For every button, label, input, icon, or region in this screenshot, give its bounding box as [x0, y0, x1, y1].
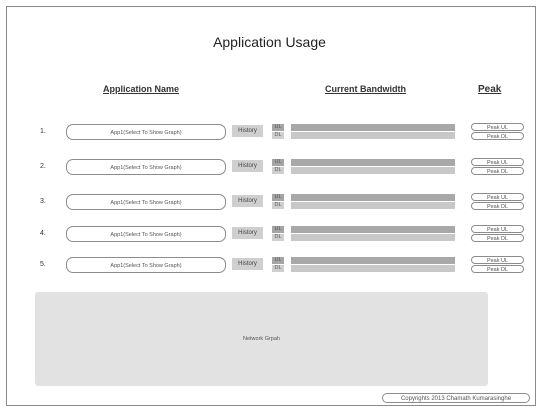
app-row: 4. App1(Select To Show Graph) History UL…	[0, 224, 539, 248]
upload-bandwidth-bar	[291, 124, 455, 131]
ul-label: UL	[272, 257, 284, 264]
app-select-button[interactable]: App1(Select To Show Graph)	[66, 159, 226, 175]
dl-label: DL	[272, 132, 284, 139]
download-bandwidth-bar	[291, 167, 455, 174]
upload-bandwidth-bar	[291, 194, 455, 201]
row-number: 2.	[40, 163, 46, 170]
ul-label: UL	[272, 124, 284, 131]
column-header-current-bandwidth: Current Bandwidth	[325, 84, 406, 94]
row-number: 1.	[40, 128, 46, 135]
app-select-button[interactable]: App1(Select To Show Graph)	[66, 194, 226, 210]
history-button[interactable]: History	[232, 227, 263, 239]
history-button[interactable]: History	[232, 195, 263, 207]
dl-label: DL	[272, 202, 284, 209]
network-graph-panel: Network Grpah	[35, 292, 488, 386]
download-bandwidth-bar	[291, 234, 455, 241]
history-button[interactable]: History	[232, 125, 263, 137]
peak-ul-badge: Peak UL	[471, 256, 524, 264]
upload-bandwidth-bar	[291, 226, 455, 233]
ul-label: UL	[272, 226, 284, 233]
column-header-application-name: Application Name	[103, 84, 180, 94]
peak-ul-badge: Peak UL	[471, 193, 524, 201]
row-number: 5.	[40, 261, 46, 268]
download-bandwidth-bar	[291, 202, 455, 209]
app-row: 5. App1(Select To Show Graph) History UL…	[0, 255, 539, 279]
peak-dl-badge: Peak DL	[471, 132, 524, 140]
dl-label: DL	[272, 167, 284, 174]
copyright-badge: Copyrights 2013 Chamath Kumarasinghe	[382, 393, 530, 403]
app-row: 1. App1(Select To Show Graph) History UL…	[0, 122, 539, 146]
page-title: Application Usage	[213, 34, 326, 50]
app-select-button[interactable]: App1(Select To Show Graph)	[66, 257, 226, 273]
download-bandwidth-bar	[291, 132, 455, 139]
upload-bandwidth-bar	[291, 159, 455, 166]
peak-dl-badge: Peak DL	[471, 234, 524, 242]
dl-label: DL	[272, 234, 284, 241]
app-row: 3. App1(Select To Show Graph) History UL…	[0, 192, 539, 216]
ul-label: UL	[272, 194, 284, 201]
peak-ul-badge: Peak UL	[471, 158, 524, 166]
peak-dl-badge: Peak DL	[471, 167, 524, 175]
app-row: 2. App1(Select To Show Graph) History UL…	[0, 157, 539, 181]
peak-dl-badge: Peak DL	[471, 202, 524, 210]
peak-ul-badge: Peak UL	[471, 123, 524, 131]
history-button[interactable]: History	[232, 258, 263, 270]
app-select-button[interactable]: App1(Select To Show Graph)	[66, 124, 226, 140]
history-button[interactable]: History	[232, 160, 263, 172]
download-bandwidth-bar	[291, 265, 455, 272]
peak-dl-badge: Peak DL	[471, 265, 524, 273]
peak-ul-badge: Peak UL	[471, 225, 524, 233]
row-number: 3.	[40, 198, 46, 205]
ul-label: UL	[272, 159, 284, 166]
app-select-button[interactable]: App1(Select To Show Graph)	[66, 226, 226, 242]
row-number: 4.	[40, 230, 46, 237]
column-header-peak: Peak	[478, 84, 502, 95]
dl-label: DL	[272, 265, 284, 272]
upload-bandwidth-bar	[291, 257, 455, 264]
